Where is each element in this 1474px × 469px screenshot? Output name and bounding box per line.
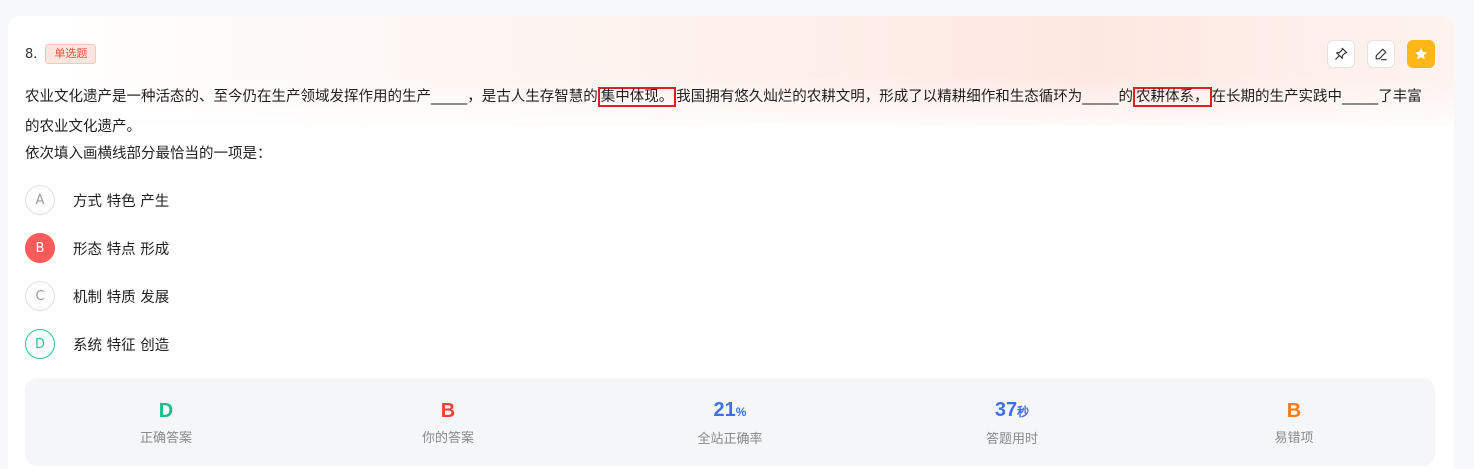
option-c-text: 机制 特质 发展 [73,289,170,306]
edit-note-button[interactable] [1367,40,1395,68]
time-used-unit: 秒 [1017,404,1030,419]
pin-button[interactable] [1327,40,1355,68]
time-used-number: 37 [994,398,1018,421]
question-header: 8. 单选题 [25,44,97,64]
option-d[interactable]: D 系统 特征 创造 [25,329,169,359]
question-prompt: 依次填入画横线部分最恰当的一项是： [25,146,272,162]
your-answer-value: B [440,399,456,422]
stat-correct-answer: D 正确答案 [25,378,307,466]
option-a-letter: A [25,185,55,215]
accuracy-number: 21 [713,398,736,421]
option-b[interactable]: B 形态 特点 形成 [25,233,169,263]
star-icon [1415,48,1427,60]
option-d-text: 系统 特征 创造 [73,337,170,354]
highlight-box-2: 农耕体系， [1133,87,1212,107]
correct-answer-value: D [158,399,174,422]
your-answer-label: 你的答案 [421,430,474,446]
common-wrong-value: B [1286,399,1302,422]
highlight-box-1: 集中体现。 [597,87,677,107]
time-used-label: 答题用时 [985,431,1038,447]
question-stem: 农业文化遗产是一种活态的、至今仍在生产领域发挥作用的生产_____，是古人生存智… [25,82,1435,142]
question-actions [1327,40,1435,68]
favorite-button[interactable] [1407,40,1435,68]
stem-text-1: 农业文化遗产是一种活态的、至今仍在生产领域发挥作用的生产_____，是古人生存智… [25,89,598,105]
stat-your-answer: B 你的答案 [307,378,589,466]
pin-icon [1335,47,1348,60]
option-c-letter: C [25,281,55,311]
accuracy-unit: % [735,404,747,419]
stat-time-used: 37秒 答题用时 [871,378,1153,466]
question-type-badge: 单选题 [45,44,97,64]
common-wrong-label: 易错项 [1274,430,1314,446]
edit-icon [1375,48,1387,61]
accuracy-label: 全站正确率 [697,431,763,447]
correct-answer-label: 正确答案 [139,430,192,446]
answer-stats-panel: D 正确答案 B 你的答案 21% 全站正确率 37秒 答题用时 B 易错项 [25,378,1435,466]
question-number: 8. [25,46,38,62]
option-c[interactable]: C 机制 特质 发展 [25,281,169,311]
stem-text-2: 我国拥有悠久灿烂的农耕文明，形成了以精耕细作和生态循环为_____的 [676,89,1133,105]
option-b-letter: B [25,233,55,263]
question-card: 8. 单选题 农业文化遗产是一种活态的、至今仍在生产领域发挥作用的生产_____… [8,16,1454,469]
accuracy-value: 21% [714,398,747,424]
option-a[interactable]: A 方式 特色 产生 [25,185,169,215]
option-a-text: 方式 特色 产生 [73,193,170,210]
stat-accuracy: 21% 全站正确率 [589,378,871,466]
stat-common-wrong: B 易错项 [1153,378,1435,466]
option-d-letter: D [25,329,55,359]
time-used-value: 37秒 [995,398,1029,424]
option-b-text: 形态 特点 形成 [73,241,170,258]
